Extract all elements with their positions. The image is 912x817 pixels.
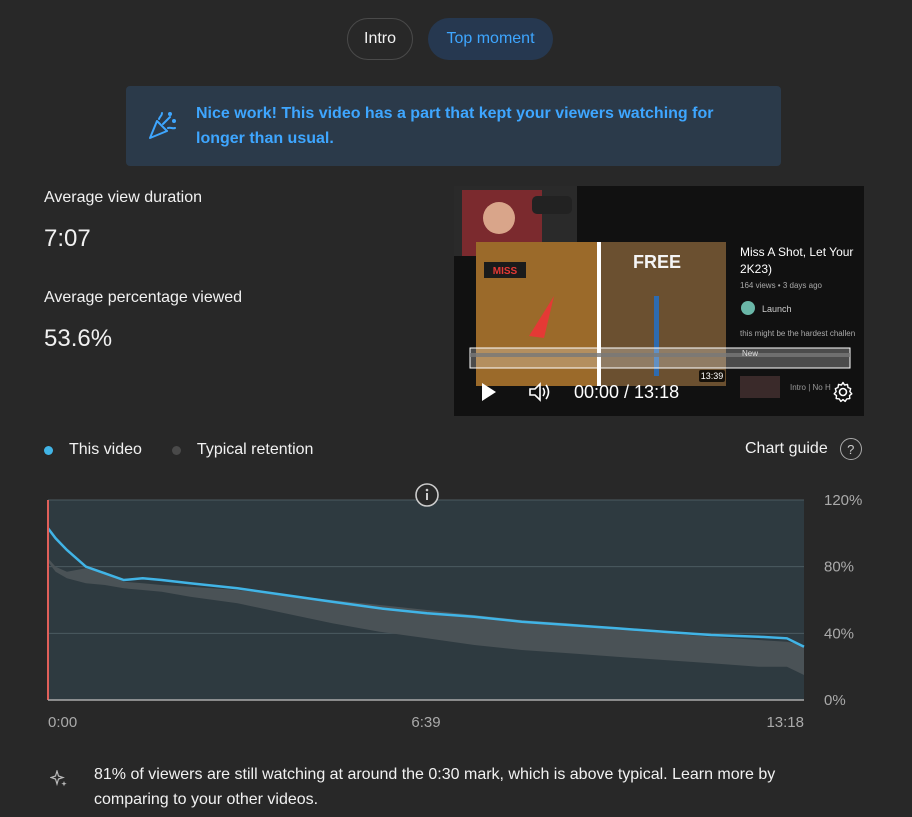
avg-percentage-label: Average percentage viewed	[44, 289, 243, 306]
moment-tabs: Intro Top moment	[347, 18, 553, 60]
banner-message: Nice work! This video has a part that ke…	[196, 105, 714, 147]
x-tick-label: 0:00	[48, 714, 77, 731]
info-icon[interactable]	[415, 483, 439, 507]
avg-view-duration-label: Average view duration	[44, 189, 203, 206]
player-time: 00:00 / 13:18	[574, 382, 680, 402]
y-tick-label: 0%	[824, 692, 846, 709]
party-popper-icon	[149, 112, 176, 139]
svg-text:164 views • 3 days ago: 164 views • 3 days ago	[740, 281, 823, 290]
svg-text:2K23): 2K23)	[740, 262, 772, 276]
thumb-free-text: FREE	[633, 252, 681, 272]
settings-gear-icon[interactable]	[832, 381, 854, 403]
svg-text:13:39: 13:39	[701, 371, 724, 381]
typical-dot	[171, 445, 181, 455]
avg-view-duration-value: 7:07	[44, 225, 91, 252]
top-moment-banner: Nice work! This video has a part that ke…	[126, 86, 781, 166]
thumb-miss-text: MISS	[493, 266, 518, 277]
tab-intro[interactable]: Intro	[347, 18, 413, 60]
svg-text:Intro | No H: Intro | No H	[790, 383, 831, 392]
chart-guide-label: Chart guide	[745, 440, 828, 457]
legend-typical-label: Typical retention	[196, 441, 314, 458]
svg-text:Miss A Shot, Let Your: Miss A Shot, Let Your	[740, 245, 853, 259]
y-tick-label: 40%	[824, 625, 854, 642]
volume-icon[interactable]	[528, 382, 552, 402]
chart-plot-area	[48, 500, 804, 700]
chart-guide-button[interactable]: Chart guide ?	[745, 438, 862, 460]
x-tick-label: 6:39	[411, 714, 440, 731]
chart-legend: This video Typical retention	[44, 441, 343, 459]
sparkle-icon	[50, 770, 67, 787]
x-tick-label: 13:18	[766, 714, 804, 731]
retention-chart[interactable]: 120% 80% 40% 0% 0:00 6:39 13:18	[0, 480, 912, 740]
svg-text:this might be the hardest chal: this might be the hardest challen	[740, 329, 855, 338]
legend-this-video-label: This video	[69, 441, 142, 458]
legend-typical[interactable]: Typical retention	[171, 441, 314, 459]
y-tick-label: 120%	[824, 492, 862, 509]
play-icon[interactable]	[480, 382, 498, 402]
avg-percentage-value: 53.6%	[44, 325, 113, 352]
video-player[interactable]: MISS FREE 13:39 Miss A Shot, Let Your 2K…	[454, 186, 864, 416]
this-video-dot	[44, 445, 53, 455]
tab-top-moment[interactable]: Top moment	[428, 18, 553, 60]
svg-text:New: New	[742, 349, 758, 358]
svg-text:Launch: Launch	[762, 304, 792, 314]
insight-text: 81% of viewers are still watching at aro…	[94, 766, 776, 808]
y-tick-label: 80%	[824, 559, 854, 576]
help-icon: ?	[839, 438, 862, 460]
legend-this-video[interactable]: This video	[44, 441, 142, 459]
